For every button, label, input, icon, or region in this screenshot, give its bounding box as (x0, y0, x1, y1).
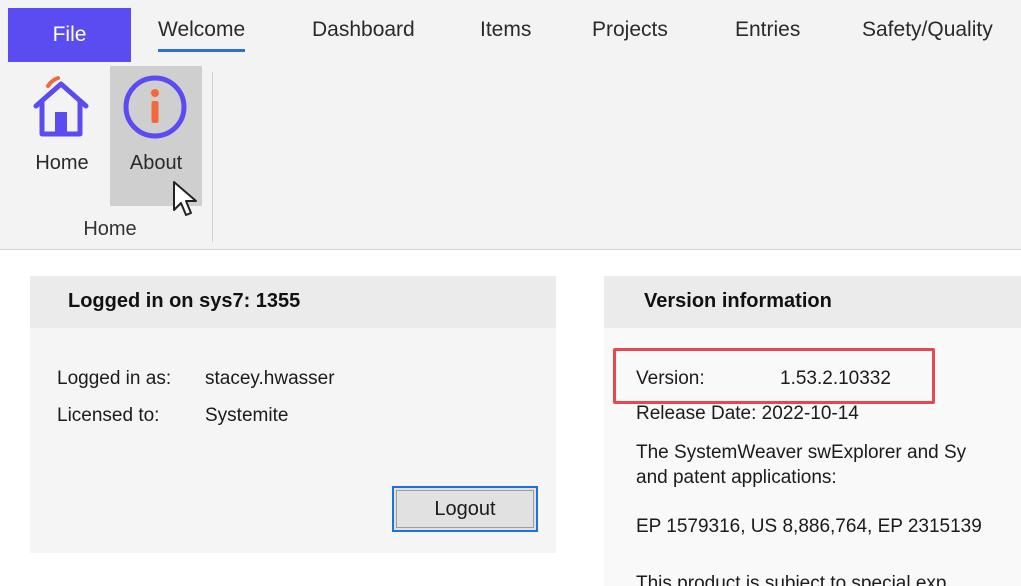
tab-entries[interactable]: Entries (735, 18, 800, 42)
release-date: Release Date: 2022-10-14 (636, 403, 859, 424)
licensed-to-value: Systemite (205, 405, 289, 426)
tab-items[interactable]: Items (480, 18, 531, 42)
version-highlight-box (613, 348, 935, 404)
description-line-2: and patent applications: (636, 467, 837, 488)
patent-list: EP 1579316, US 8,886,764, EP 2315139 (636, 516, 982, 537)
ribbon-group-divider (212, 72, 213, 242)
login-panel-title: Logged in on sys7: 1355 (68, 290, 301, 312)
ribbon-group-label: Home (83, 218, 137, 240)
logged-in-as-label: Logged in as: (57, 368, 172, 389)
tab-welcome[interactable]: Welcome (158, 18, 246, 52)
tab-dashboard[interactable]: Dashboard (312, 18, 415, 42)
license-notice: This product is subject to special exp (636, 573, 947, 586)
logout-button[interactable]: Logout (392, 486, 538, 532)
mouse-cursor-icon (172, 180, 200, 225)
login-panel-header: Logged in on sys7: 1355 (30, 276, 556, 328)
home-button[interactable]: Home (16, 66, 108, 206)
ribbon-tab-bar: File Welcome Dashboard Items Projects En… (0, 0, 1021, 62)
version-info-panel: Version information Version: 1.53.2.1033… (604, 276, 1021, 586)
tab-safety-quality[interactable]: Safety/Quality (862, 18, 993, 42)
version-panel-title: Version information (644, 290, 832, 312)
home-button-label: Home (35, 152, 89, 174)
tab-projects[interactable]: Projects (592, 18, 668, 42)
version-panel-header: Version information (604, 276, 1021, 328)
tab-file[interactable]: File (8, 8, 131, 62)
ribbon-panel: Home About Home (0, 62, 1021, 250)
home-icon (30, 74, 92, 143)
info-icon (122, 74, 188, 145)
description-line-1: The SystemWeaver swExplorer and Sy (636, 442, 967, 463)
login-info-panel: Logged in on sys7: 1355 Logged in as: st… (30, 276, 556, 553)
about-button-label: About (129, 152, 183, 174)
logged-in-as-value: stacey.hwasser (205, 368, 335, 389)
licensed-to-label: Licensed to: (57, 405, 160, 426)
